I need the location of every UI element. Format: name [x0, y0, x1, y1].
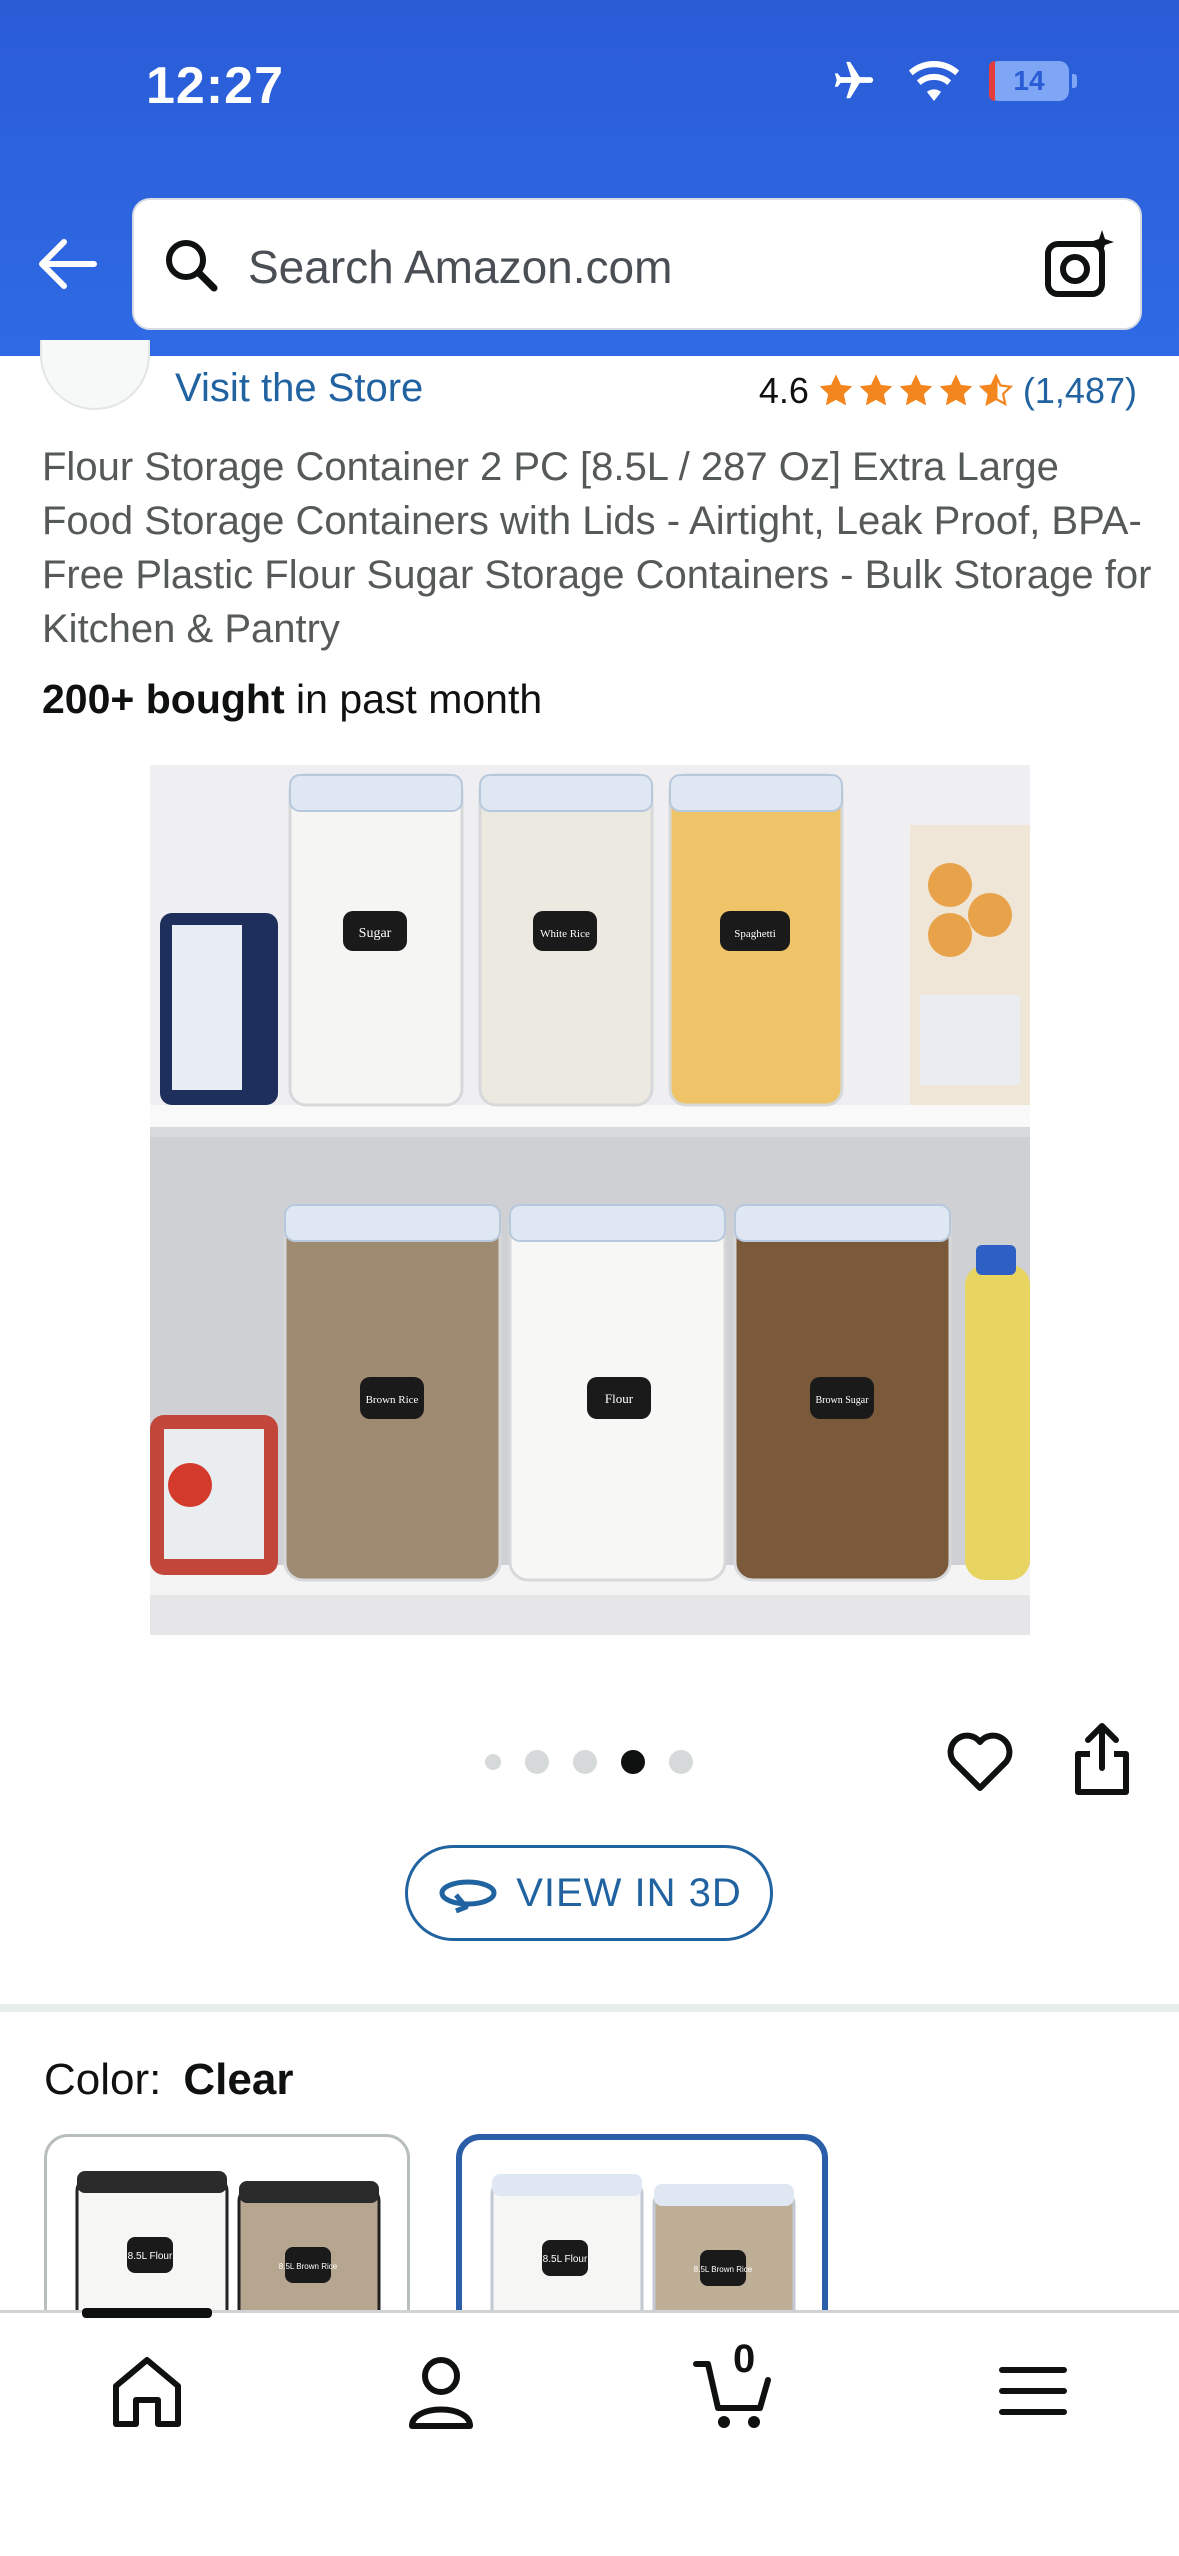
jar-label-flour: Flour	[605, 1391, 634, 1406]
account-icon[interactable]	[396, 2346, 486, 2436]
jar-label-spaghetti: Spaghetti	[734, 928, 776, 940]
page-dot-active[interactable]	[621, 1750, 645, 1774]
color-value: Clear	[183, 2055, 294, 2104]
app-header: 12:27 14 Search Amazon.com	[0, 0, 1179, 356]
airplane-mode-icon	[834, 61, 874, 99]
pantry-shelves-illustration: Sugar White Rice Spaghetti Brown Rice Fl…	[150, 765, 1030, 1635]
product-title: Flour Storage Container 2 PC [8.5L / 287…	[42, 445, 1152, 651]
color-label: Color:	[44, 2055, 162, 2104]
rotate-3d-icon	[439, 1879, 497, 1913]
jar-label-brown-sugar: Brown Sugar	[815, 1395, 869, 1406]
status-icons: 14	[829, 58, 1077, 104]
rating-summary[interactable]: 4.6 (1,487)	[759, 370, 1137, 412]
page-dot[interactable]	[485, 1754, 501, 1770]
rating-count[interactable]: (1,487)	[1023, 370, 1137, 412]
rating-value: 4.6	[758, 370, 809, 411]
wifi-icon	[908, 61, 960, 101]
heart-icon[interactable]	[944, 1726, 1016, 1798]
swatch-label: 8.5L Flour	[128, 2251, 173, 2262]
star-full-icon	[939, 374, 973, 406]
star-half-icon	[978, 373, 1014, 407]
page-dot[interactable]	[525, 1750, 549, 1774]
jar-label-white-rice: White Rice	[540, 928, 590, 940]
visit-store-link[interactable]: Visit the Store	[175, 366, 423, 411]
cart-count: 0	[733, 2337, 756, 2381]
swatch-label: 8.5L Brown Rice	[279, 2262, 338, 2271]
page-dot[interactable]	[669, 1750, 693, 1774]
view-in-3d-label: VIEW IN 3D	[516, 1870, 742, 1915]
menu-icon[interactable]	[988, 2346, 1078, 2436]
page-dot[interactable]	[573, 1750, 597, 1774]
star-rating	[817, 372, 1015, 410]
store-logo[interactable]	[40, 340, 150, 410]
swatch-label: 8.5L Brown Rice	[694, 2265, 753, 2274]
share-icon[interactable]	[1070, 1722, 1134, 1798]
home-icon[interactable]	[102, 2346, 192, 2436]
jar-label-sugar: Sugar	[359, 926, 392, 941]
star-full-icon	[859, 374, 893, 406]
battery-icon: 14	[989, 61, 1077, 101]
search-icon	[166, 240, 218, 292]
swatch-label: 8.5L Flour	[543, 2254, 588, 2265]
bought-in-past-month: 200+ bought in past month	[42, 676, 543, 722]
battery-level: 14	[1013, 65, 1045, 96]
star-full-icon	[899, 374, 933, 406]
product-image[interactable]: Sugar White Rice Spaghetti Brown Rice Fl…	[150, 765, 1030, 1635]
section-divider	[0, 2004, 1179, 2012]
camera-search-icon[interactable]	[1042, 228, 1116, 302]
status-time: 12:27	[146, 57, 284, 115]
star-full-icon	[819, 374, 853, 406]
image-pagination[interactable]	[485, 1750, 693, 1774]
view-in-3d-button[interactable]: VIEW IN 3D	[405, 1845, 773, 1941]
search-bar[interactable]: Search Amazon.com	[132, 198, 1142, 330]
jar-label-brown-rice: Brown Rice	[366, 1394, 419, 1406]
search-input[interactable]: Search Amazon.com	[248, 240, 672, 294]
active-tab-indicator	[82, 2308, 212, 2318]
color-selector: Color: Clear	[44, 2055, 293, 2105]
back-arrow-icon[interactable]	[34, 236, 98, 292]
